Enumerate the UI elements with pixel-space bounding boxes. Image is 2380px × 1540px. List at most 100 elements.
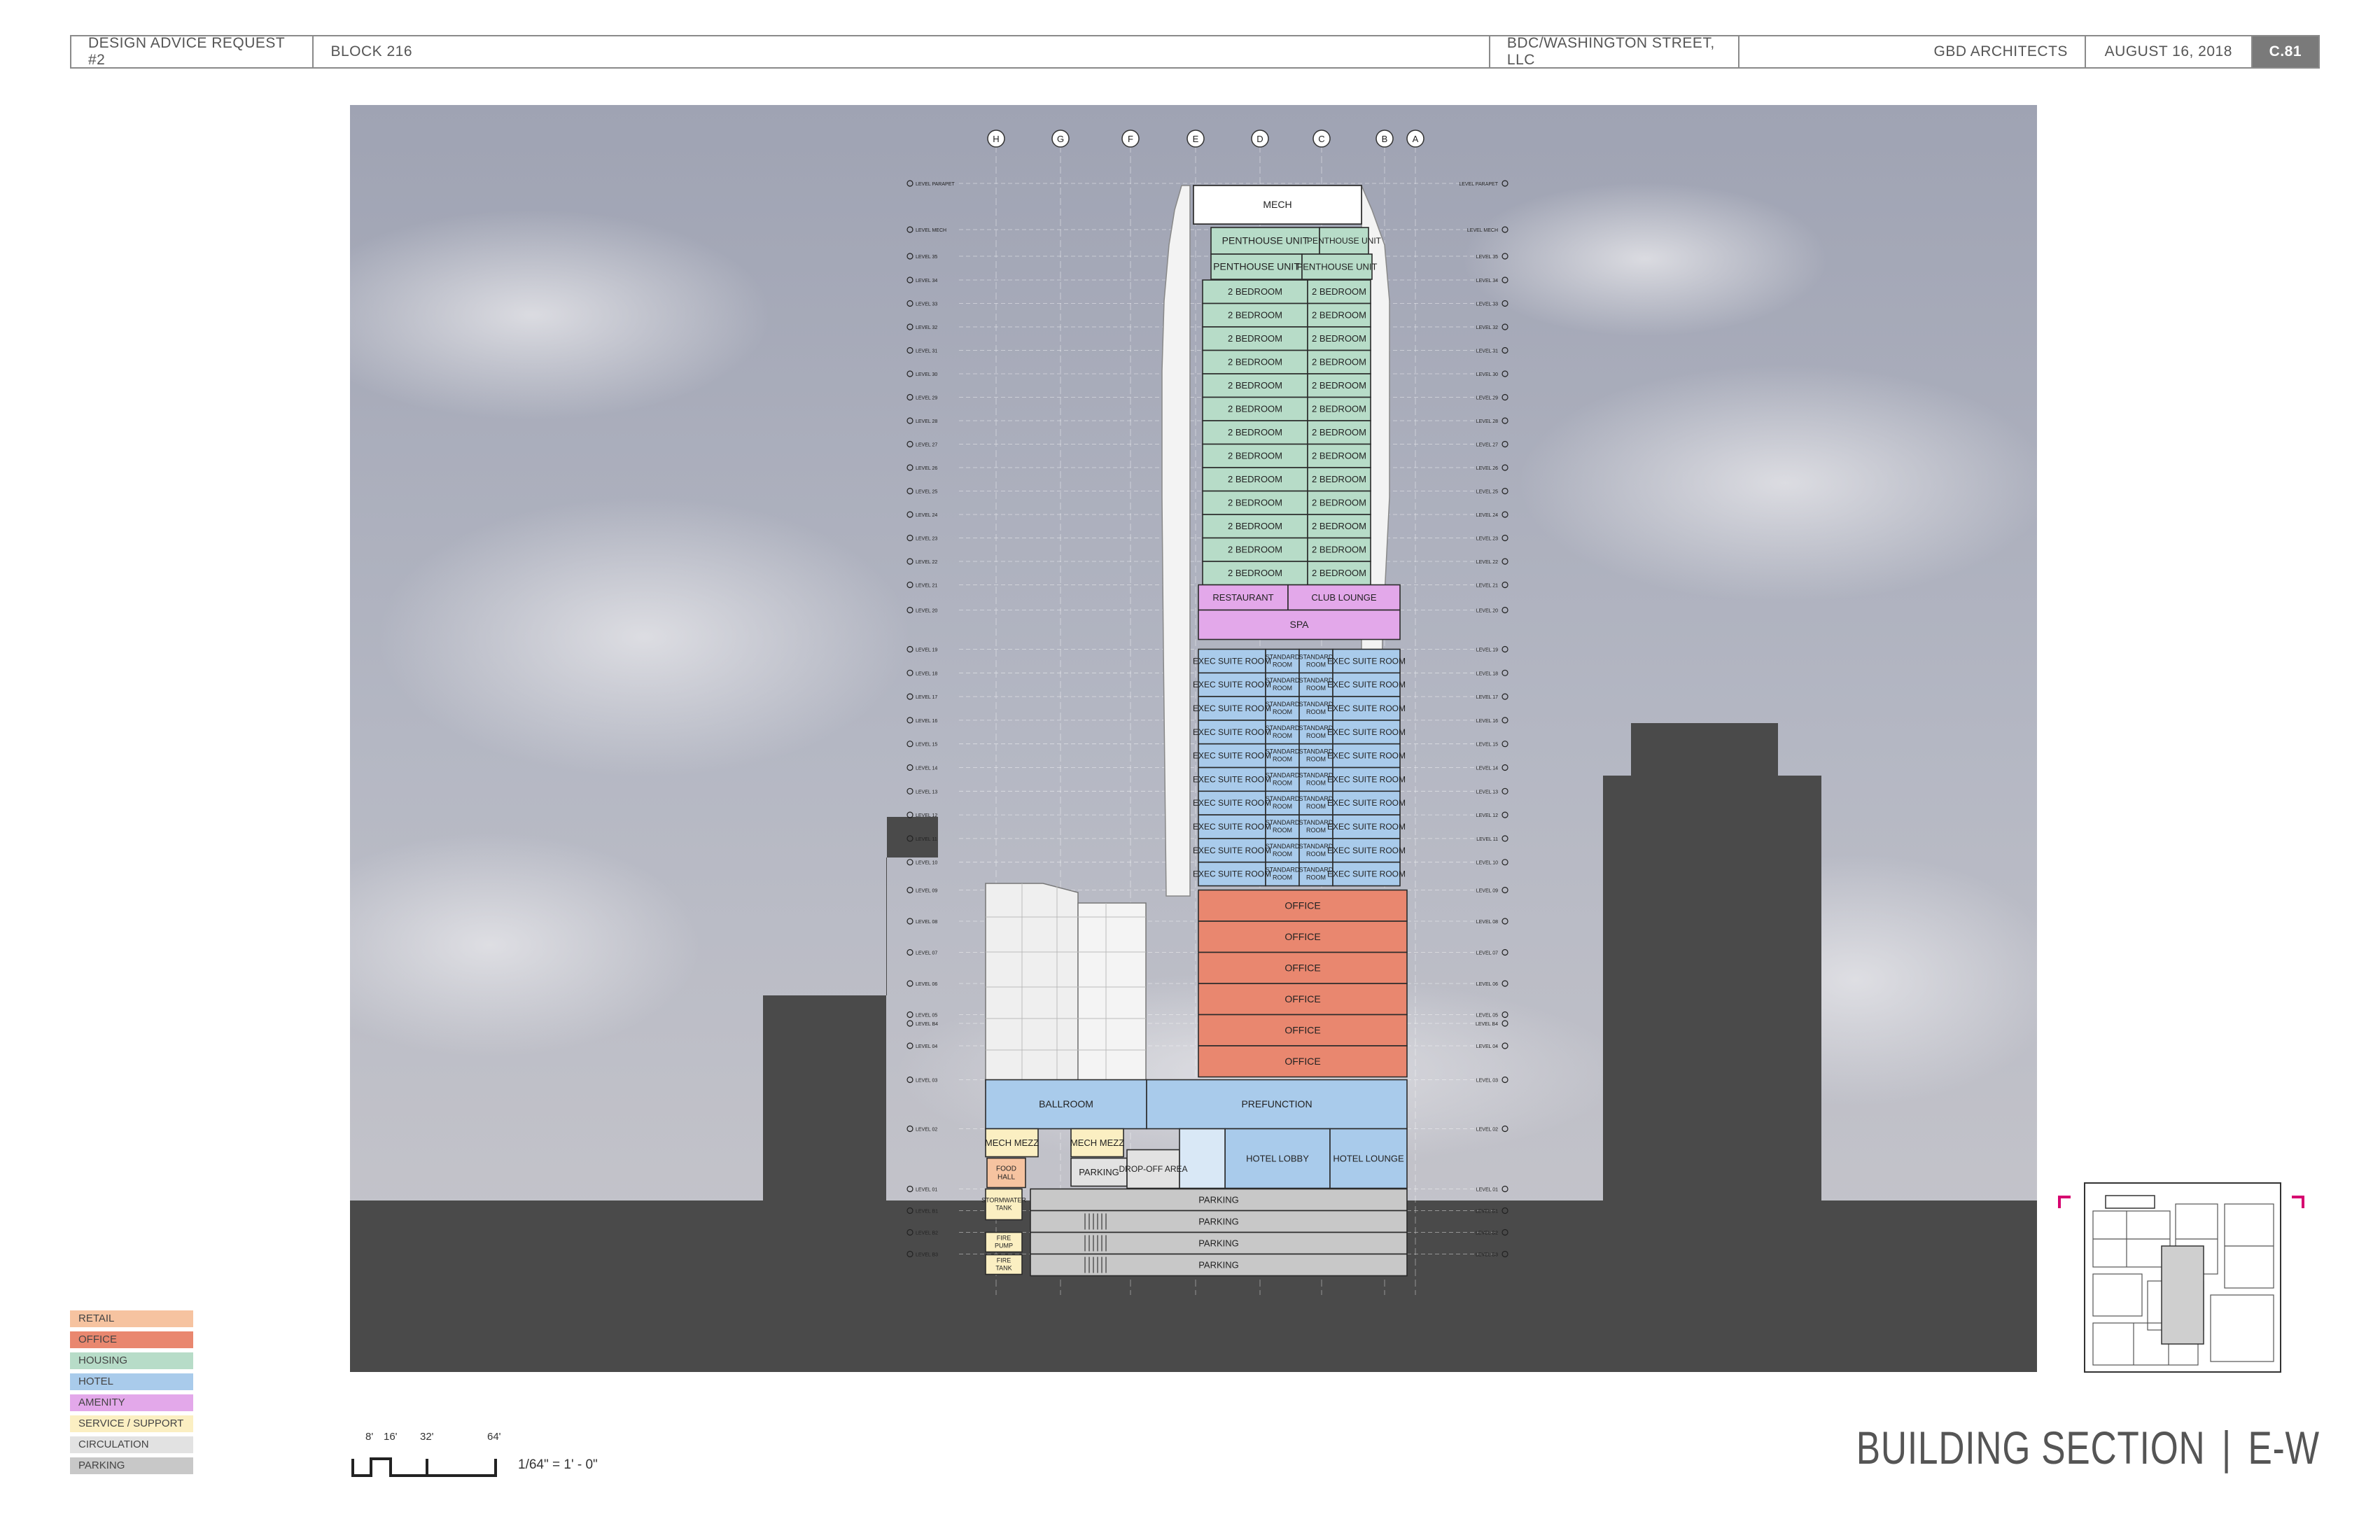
room-2bed-east-6-label: 2 BEDROOM [1312,427,1366,438]
level-label-left: LEVEL PARAPET [916,182,955,187]
room-exec-suite-west-5-label: EXEC SUITE ROOM [1193,774,1271,784]
level-label-left: LEVEL 09 [916,889,937,894]
room-standard-b-8-label: ROOM [1306,850,1326,858]
room-2bed-west-8-label: 2 BEDROOM [1228,474,1282,484]
room-food-hall-label: HALL [997,1174,1015,1182]
room-standard-b-5-label: ROOM [1306,779,1326,786]
room-hotel-lounge-label: HOTEL LOUNGE [1333,1153,1404,1163]
legend-item-service-support: SERVICE / SUPPORT [70,1415,193,1432]
level-label-right: LEVEL 11 [1476,837,1498,842]
grid-label-e: E [1193,134,1199,144]
neighbor-building-east [1603,723,1821,1204]
level-label-right: LEVEL 01 [1476,1188,1498,1193]
room-standard-b-9-label: ROOM [1306,874,1326,881]
section-svg: HGFEDCBA MECHPENTHOUSE UNITPENTHOUSE UNI… [350,105,2037,1372]
level-label-right: LEVEL 24 [1476,513,1498,518]
room-standard-a-3-label: ROOM [1273,732,1292,739]
grid-label-g: G [1057,134,1064,144]
room-parking-b2-label: PARKING [1198,1216,1239,1226]
podium-west-wing [985,883,1147,1089]
room-standard-a-9-label: ROOM [1273,874,1292,881]
level-label-right: LEVEL MECH [1467,228,1498,233]
level-label-right: LEVEL 12 [1476,813,1498,818]
room-office-3-label: OFFICE [1284,993,1320,1004]
room-standard-a-8-label: ROOM [1273,850,1292,858]
room-prefunction-label: PREFUNCTION [1241,1098,1312,1110]
room-standard-a-4-label: ROOM [1273,756,1292,763]
level-label-right: LEVEL 05 [1476,1014,1498,1018]
architect-name: GBD ARCHITECTS [1740,36,2086,67]
level-label-left: LEVEL 20 [916,609,937,614]
room-standard-a-6-label: STANDARD [1266,795,1300,802]
scale-note: 1/64" = 1' - 0" [518,1457,598,1472]
level-label-left: LEVEL 15 [916,743,937,748]
level-label-right: LEVEL 33 [1476,302,1498,307]
level-label-left: LEVEL B3 [916,1253,938,1258]
room-spa-label: SPA [1290,619,1310,630]
level-label-left: LEVEL 10 [916,861,937,866]
level-label-right: LEVEL B4 [1476,1022,1498,1027]
level-label-right: LEVEL 27 [1476,443,1498,448]
level-label-left: LEVEL 31 [916,349,937,354]
level-label-left: LEVEL 13 [916,790,937,794]
room-standard-b-4-label: ROOM [1306,756,1326,763]
legend-item-retail: RETAIL [70,1310,193,1327]
room-penthouse-west-label: PENTHOUSE UNIT [1222,235,1309,246]
room-parking-b3-label: PARKING [1198,1238,1239,1248]
room-exec-suite-west-1-label: EXEC SUITE ROOM [1193,680,1271,690]
room-fire-tank-label: TANK [995,1265,1011,1272]
grid-label-f: F [1128,134,1133,144]
room-exec-suite-west-8-label: EXEC SUITE ROOM [1193,846,1271,855]
room-2bed-east-4-label: 2 BEDROOM [1312,380,1366,391]
sheet-title: BUILDING SECTION | E-W [1856,1421,2320,1474]
room-office-4-label: OFFICE [1284,1024,1320,1035]
room-standard-b-2-label: ROOM [1306,708,1326,715]
room-drop-off-label: DROP-OFF AREA [1119,1164,1187,1174]
legend-item-circulation: CIRCULATION [70,1436,193,1453]
room-2bed-west-2-label: 2 BEDROOM [1228,333,1282,344]
level-label-right: LEVEL 15 [1476,743,1498,748]
room-2bed-west-9-label: 2 BEDROOM [1228,498,1282,508]
level-label-left: LEVEL 05 [916,1014,937,1018]
level-label-left: LEVEL 11 [916,837,937,842]
room-standard-a-5-label: ROOM [1273,779,1292,786]
room-exec-suite-east-2-label: EXEC SUITE ROOM [1327,704,1406,713]
room-2bed-west-0-label: 2 BEDROOM [1228,286,1282,297]
level-label-left: LEVEL 33 [916,302,937,307]
room-mech-mezz-west-label: MECH MEZZ [985,1138,1039,1148]
level-label-right: LEVEL 25 [1476,490,1498,495]
grid-label-a: A [1413,134,1419,144]
level-label-left: LEVEL 16 [916,719,937,724]
level-label-left: LEVEL 28 [916,419,937,424]
level-label-right: LEVEL 31 [1476,349,1498,354]
room-standard-b-3-label: ROOM [1306,732,1326,739]
room-exec-suite-west-7-label: EXEC SUITE ROOM [1193,822,1271,832]
room-stormwater-tank-label: STORMWATER [981,1197,1026,1204]
room-2bed-east-3-label: 2 BEDROOM [1312,357,1366,368]
grid-label-h: H [993,134,999,144]
level-label-left: LEVEL 23 [916,537,937,542]
level-label-left: LEVEL 12 [916,813,937,818]
room-exec-suite-west-9-label: EXEC SUITE ROOM [1193,869,1271,879]
program-legend: RETAIL OFFICE HOUSING HOTEL AMENITY SERVICE /… [70,1310,193,1478]
level-label-left: LEVEL MECH [916,228,946,233]
legend-item-housing: HOUSING [70,1352,193,1369]
level-label-right: LEVEL 19 [1476,648,1498,653]
legend-item-hotel: HOTEL [70,1373,193,1390]
key-plan-svg [2058,1182,2304,1373]
level-label-right: LEVEL 21 [1476,584,1498,589]
room-2bed-west-6-label: 2 BEDROOM [1228,427,1282,438]
level-label-right: LEVEL 35 [1476,255,1498,260]
room-standard-a-8-label: STANDARD [1266,843,1300,850]
level-label-right: LEVEL 16 [1476,719,1498,724]
room-standard-b-0-label: ROOM [1306,661,1326,668]
room-2bed-west-7-label: 2 BEDROOM [1228,451,1282,461]
room-exec-suite-east-4-label: EXEC SUITE ROOM [1327,751,1406,761]
room-exec-suite-west-0-label: EXEC SUITE ROOM [1193,656,1271,666]
level-label-left: LEVEL 29 [916,396,937,401]
room-stormwater-tank-label: TANK [995,1205,1011,1212]
room-standard-a-6-label: ROOM [1273,803,1292,810]
level-label-right: LEVEL 14 [1476,766,1498,771]
room-2bed-east-9-label: 2 BEDROOM [1312,498,1366,508]
room-2bed-east-12-label: 2 BEDROOM [1312,568,1366,578]
